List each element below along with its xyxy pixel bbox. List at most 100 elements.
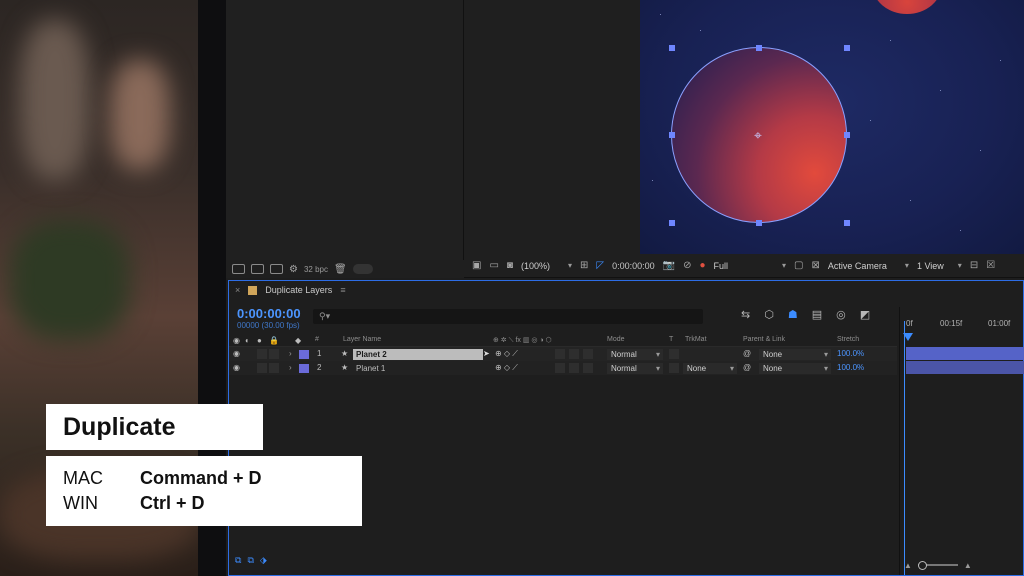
preserve-transparency-toggle[interactable] [669, 349, 679, 359]
graph-editor-icon[interactable]: ◩ [860, 308, 870, 321]
parent-select[interactable]: None ▾ [759, 348, 831, 360]
interpret-footage-icon[interactable] [232, 264, 245, 274]
solo-toggle[interactable] [257, 363, 267, 373]
toggle-pixel-aspect-icon[interactable]: ⊟ [970, 260, 978, 271]
anchor-point-icon[interactable]: ⌖ [751, 128, 765, 142]
transform-handle[interactable] [844, 45, 850, 51]
new-composition-icon[interactable] [270, 264, 283, 274]
project-settings-icon[interactable]: ⚙ [289, 264, 298, 275]
time-ruler[interactable]: 0f 00:15f 01:00f [900, 307, 1024, 333]
lock-toggle[interactable] [269, 363, 279, 373]
trkmat-value: None [687, 363, 707, 373]
show-snapshot-icon[interactable]: ⊘ [683, 260, 691, 271]
adjustment-toggle[interactable] [555, 349, 565, 359]
current-time-indicator[interactable] [903, 321, 913, 575]
viewer-timecode[interactable]: 0:00:00:00 [612, 261, 655, 271]
viewer-toolbar: ▣ ▭ ◙ (100%) ▾ ⊞ ◸ 0:00:00:00 📷 ⊘ ● Full… [464, 254, 1024, 278]
transparency-grid-icon[interactable]: ⊠ [812, 260, 820, 271]
frame-blending-icon[interactable]: ▤ [812, 308, 822, 321]
chevron-down-icon: ▾ [729, 363, 734, 373]
transform-handle[interactable] [669, 132, 675, 138]
current-time-display[interactable]: 0:00:00:00 [237, 306, 301, 321]
reset-exposure-icon[interactable]: ☒ [986, 260, 995, 271]
parent-select[interactable]: None ▾ [759, 362, 831, 374]
trkmat-select[interactable]: None ▾ [683, 362, 737, 374]
star [652, 180, 653, 181]
transform-handle[interactable] [756, 45, 762, 51]
draft-3d-icon[interactable]: ⬡ [764, 308, 774, 321]
mode-select[interactable]: Normal ▾ [607, 362, 663, 374]
zoom-in-icon[interactable]: ▲ [964, 561, 972, 570]
timeline-tab[interactable]: × Duplicate Layers ≡ [235, 285, 346, 295]
composition-viewer[interactable]: ⌖ [640, 0, 1024, 254]
layer-label-color[interactable] [299, 349, 309, 359]
pick-whip-icon[interactable]: @ [743, 363, 751, 372]
grid-icon[interactable]: ⊞ [580, 260, 588, 271]
column-layer-name[interactable]: Layer Name [343, 336, 381, 343]
in-out-toggle-icon[interactable]: ⬗ [260, 555, 267, 566]
zoom-slider[interactable] [917, 561, 958, 570]
panel-menu-icon[interactable]: ≡ [340, 285, 345, 295]
transform-handle[interactable] [669, 220, 675, 226]
transform-handle[interactable] [756, 220, 762, 226]
column-parent: Parent & Link [743, 336, 786, 343]
magnification-select[interactable]: (100%) ▾ [521, 261, 572, 271]
3d-layer-toggle[interactable] [569, 349, 579, 359]
collapse-toggle[interactable] [583, 349, 593, 359]
thumbnail-slider[interactable] [352, 264, 373, 274]
bit-depth-toggle[interactable]: 32 bpc [304, 265, 328, 274]
playhead-handle[interactable] [903, 333, 913, 341]
star [890, 40, 891, 41]
layer-label-color[interactable] [299, 363, 309, 373]
timeline-graph-area[interactable]: 0f 00:15f 01:00f ▲ ▲ [899, 307, 1024, 575]
layer-row[interactable]: ◉ › 2 ★ Planet 1 ⊕ ◇ ⟋ Normal ▾ None ▾ @ N… [229, 361, 897, 375]
magnification-value: (100%) [520, 260, 550, 271]
win-keys: Ctrl + D [140, 493, 205, 513]
color-channels-icon[interactable]: ● [699, 260, 705, 271]
stretch-value[interactable]: 100.0% [837, 363, 864, 372]
resolution-select[interactable]: Full ▾ [714, 261, 787, 271]
transform-handle[interactable] [844, 220, 850, 226]
layer-name-field[interactable]: Planet 2 [353, 348, 483, 360]
shy-layers-icon[interactable]: ☗ [788, 308, 798, 321]
zoom-out-icon[interactable]: ▲ [904, 561, 912, 570]
motion-blur-icon[interactable]: ◎ [836, 308, 846, 321]
view-layout-select[interactable]: 1 View ▾ [917, 261, 962, 271]
layer-search-input[interactable]: ⚲▾ [313, 309, 703, 324]
layer-switches-toggle-icon[interactable]: ⧉ [235, 555, 241, 566]
transfer-controls-toggle-icon[interactable]: ⧉ [247, 555, 253, 566]
layer-duration-bar[interactable] [906, 347, 1024, 360]
new-folder-icon[interactable] [251, 264, 264, 274]
layer-duration-bar[interactable] [906, 361, 1024, 374]
pick-whip-icon[interactable]: @ [743, 349, 751, 358]
collapse-toggle[interactable] [583, 363, 593, 373]
camera-select[interactable]: Active Camera ▾ [828, 261, 909, 271]
layer-name-field[interactable]: Planet 1 [353, 363, 483, 374]
transform-handle[interactable] [844, 132, 850, 138]
region-of-interest-icon[interactable]: ▢ [794, 260, 803, 271]
parent-value: None [763, 349, 783, 359]
camera-snapshot-icon[interactable]: 📷 [663, 260, 675, 271]
eye-icon[interactable]: ◉ [233, 363, 240, 372]
3d-layer-toggle[interactable] [569, 363, 579, 373]
layer-row[interactable]: ◉ › 1 ★ Planet 2 ➤ ⊕ ◇ ⟋ Normal ▾ @ None ▾… [229, 347, 897, 361]
chevron-down-icon: ▾ [823, 349, 828, 359]
trash-icon[interactable]: 🗑 [334, 264, 347, 275]
mode-select[interactable]: Normal ▾ [607, 348, 663, 360]
close-icon[interactable]: × [235, 285, 240, 295]
mask-visibility-icon[interactable]: ◸ [596, 260, 604, 271]
timeline-footer: ⧉ ⧉ ⬗ [229, 553, 897, 567]
always-preview-icon[interactable]: ▣ [472, 260, 481, 271]
solo-toggle[interactable] [257, 349, 267, 359]
adjustment-toggle[interactable] [555, 363, 565, 373]
eye-icon[interactable]: ◉ [233, 349, 240, 358]
monitor-icon[interactable]: ▭ [489, 260, 498, 271]
chevron-right-icon[interactable]: › [289, 363, 292, 372]
stretch-value[interactable]: 100.0% [837, 349, 864, 358]
preserve-transparency-toggle[interactable] [669, 363, 679, 373]
chevron-right-icon[interactable]: › [289, 349, 292, 358]
lock-toggle[interactable] [269, 349, 279, 359]
transform-handle[interactable] [669, 45, 675, 51]
vr-icon[interactable]: ◙ [507, 260, 513, 271]
composition-flowchart-icon[interactable]: ⇆ [741, 308, 750, 321]
